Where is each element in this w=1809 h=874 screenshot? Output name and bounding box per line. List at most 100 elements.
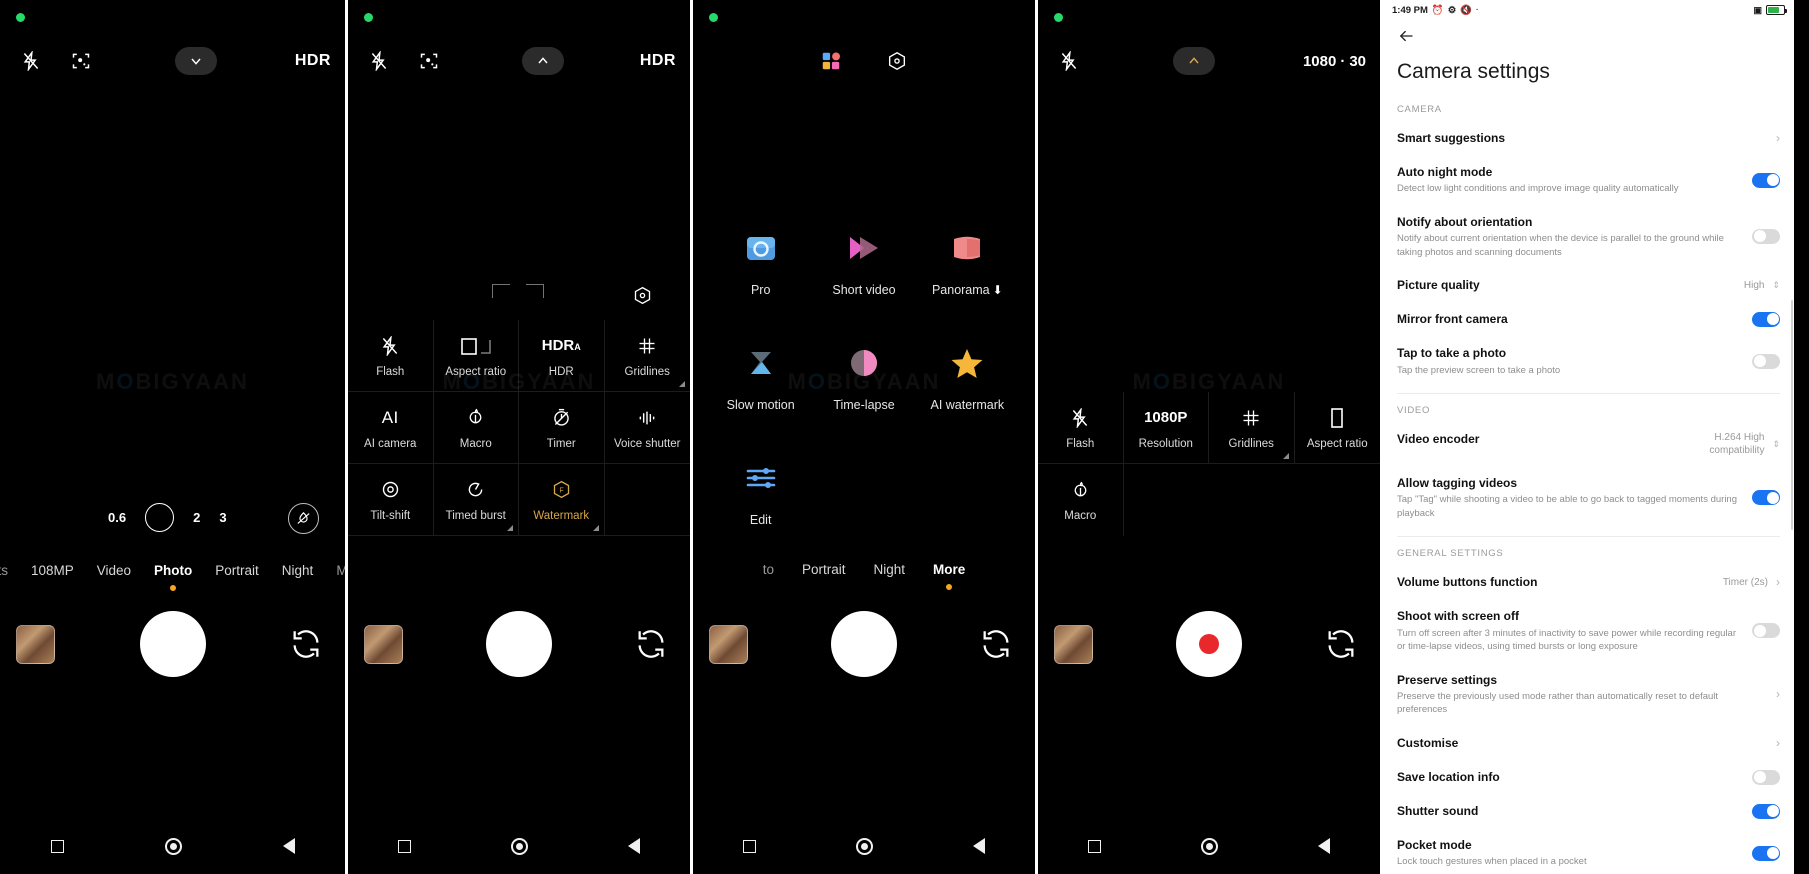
toggle-switch[interactable] xyxy=(1752,311,1780,327)
recents-icon[interactable] xyxy=(743,839,756,853)
more-mode-slow-motion[interactable]: Slow motion xyxy=(709,343,812,412)
more-mode-edit[interactable]: Edit xyxy=(709,458,812,527)
more-mode-ai-watermark[interactable]: AI watermark xyxy=(916,343,1019,412)
home-icon[interactable] xyxy=(164,837,182,855)
setting-row-video-encoder[interactable]: Video encoder H.264 High compatibility ⇕ xyxy=(1383,422,1794,466)
mode-tab-more[interactable]: M xyxy=(336,563,345,578)
toggle-switch[interactable] xyxy=(1752,803,1780,819)
ai-scene-detect-icon[interactable] xyxy=(412,44,446,78)
more-mode-time-lapse[interactable]: Time-lapse xyxy=(812,343,915,412)
back-arrow-row[interactable] xyxy=(1383,20,1794,56)
hdr-label[interactable]: HDR xyxy=(640,52,676,70)
mode-tab-photo[interactable]: Photo xyxy=(154,563,192,578)
video-settings-grid[interactable]: Flash 1080P Resolution Gridlines Aspect … xyxy=(1038,392,1380,536)
toggle-switch[interactable] xyxy=(1752,172,1780,188)
toggle-switch[interactable] xyxy=(1752,623,1780,639)
zoom-option-2[interactable]: 2 xyxy=(193,510,200,525)
recents-icon[interactable] xyxy=(1088,839,1101,853)
flash-off-icon[interactable] xyxy=(1052,44,1086,78)
mode-tab-night[interactable]: Night xyxy=(282,563,314,578)
home-icon[interactable] xyxy=(856,837,873,855)
home-icon[interactable] xyxy=(511,837,528,855)
shutter-button[interactable] xyxy=(486,611,552,677)
shutter-button[interactable] xyxy=(139,611,206,677)
setting-row-notify-orientation[interactable]: Notify about orientation Notify about cu… xyxy=(1383,205,1794,268)
setting-hdr[interactable]: HDRA HDR xyxy=(519,320,605,392)
flip-camera-icon[interactable] xyxy=(979,627,1013,661)
ai-scene-detect-icon[interactable] xyxy=(64,44,98,78)
setting-row-save-location-info[interactable]: Save location info xyxy=(1383,760,1794,794)
flip-camera-icon[interactable] xyxy=(1324,627,1358,661)
flip-camera-icon[interactable] xyxy=(289,627,323,661)
shutter-button[interactable] xyxy=(831,611,897,677)
toggle-switch[interactable] xyxy=(1752,353,1780,369)
zoom-option-3[interactable]: 3 xyxy=(219,510,226,525)
setting-flash[interactable]: Flash xyxy=(1038,392,1124,464)
back-icon[interactable] xyxy=(282,838,295,854)
setting-row-allow-tagging-videos[interactable]: Allow tagging videos Tap "Tag" while sho… xyxy=(1383,466,1794,529)
setting-timer[interactable]: Timer xyxy=(519,392,605,464)
flip-camera-icon[interactable] xyxy=(634,627,668,661)
settings-hexagon-icon[interactable] xyxy=(1371,360,1380,394)
setting-row-pocket-mode[interactable]: Pocket mode Lock touch gestures when pla… xyxy=(1383,828,1794,874)
mode-tab-0[interactable]: ts xyxy=(0,563,8,578)
toggle-switch[interactable] xyxy=(1752,769,1780,785)
setting-resolution[interactable]: 1080P Resolution xyxy=(1123,392,1209,464)
home-icon[interactable] xyxy=(1201,837,1218,855)
mode-tab-more[interactable]: More xyxy=(933,562,965,577)
setting-row-mirror-front-camera[interactable]: Mirror front camera xyxy=(1383,302,1794,336)
back-icon[interactable] xyxy=(973,838,985,854)
settings-hexagon-icon[interactable] xyxy=(625,278,659,312)
chevron-up-icon[interactable] xyxy=(521,47,564,75)
back-icon[interactable] xyxy=(1318,838,1330,854)
recents-icon[interactable] xyxy=(50,839,64,853)
chevron-up-icon[interactable] xyxy=(1173,47,1216,75)
zoom-option-0[interactable]: 0.6 xyxy=(108,510,126,525)
camera-mode-strip[interactable]: ts 108MP Video Photo Portrait Night M xyxy=(0,563,345,578)
toggle-switch[interactable] xyxy=(1752,490,1780,506)
settings-scrollbar[interactable] xyxy=(1791,300,1793,530)
setting-row-auto-night-mode[interactable]: Auto night mode Detect low light conditi… xyxy=(1383,155,1794,205)
setting-row-smart-suggestions[interactable]: Smart suggestions › xyxy=(1383,121,1794,155)
flash-off-icon[interactable] xyxy=(362,44,396,78)
toggle-switch[interactable] xyxy=(1752,228,1780,244)
setting-gridlines[interactable]: Gridlines xyxy=(604,320,690,392)
setting-flash[interactable]: Flash xyxy=(348,320,434,392)
filters-grid-icon[interactable] xyxy=(814,44,848,78)
toggle-switch[interactable] xyxy=(1752,845,1780,861)
macro-lens-icon[interactable] xyxy=(288,503,319,534)
mode-tab-0[interactable]: to xyxy=(763,562,774,577)
mode-tab-portrait[interactable]: Portrait xyxy=(802,562,846,577)
zoom-level-selector[interactable]: 0.6 1X 2 3 xyxy=(108,503,227,532)
mode-tab-video[interactable]: Video xyxy=(97,563,131,578)
mode-tab-portrait[interactable]: Portrait xyxy=(215,563,259,578)
mode-tab-108mp[interactable]: 108MP xyxy=(31,563,74,578)
setting-voice-shutter[interactable]: Voice shutter xyxy=(604,392,690,464)
setting-watermark[interactable]: F Watermark xyxy=(519,464,605,536)
setting-row-volume-buttons-function[interactable]: Volume buttons function Timer (2s) › xyxy=(1383,565,1794,599)
setting-row-shutter-sound[interactable]: Shutter sound xyxy=(1383,794,1794,828)
setting-row-shoot-with-screen-off[interactable]: Shoot with screen off Turn off screen af… xyxy=(1383,599,1794,662)
setting-tilt-shift[interactable]: Tilt-shift xyxy=(348,464,434,536)
setting-timed-burst[interactable]: Timed burst xyxy=(433,464,519,536)
chevron-down-icon[interactable] xyxy=(175,47,218,75)
last-photo-thumbnail[interactable] xyxy=(16,624,55,664)
last-photo-thumbnail[interactable] xyxy=(1054,624,1093,664)
more-mode-pro[interactable]: Pro xyxy=(709,228,812,297)
camera-mode-strip[interactable]: to Portrait Night More xyxy=(693,562,1035,577)
camera-settings-grid[interactable]: Flash Aspect ratio HDRA HDR Gridlines AI… xyxy=(348,320,690,536)
mode-tab-night[interactable]: Night xyxy=(874,562,906,577)
video-resolution-label[interactable]: 1080 · 30 xyxy=(1303,53,1366,70)
record-button[interactable] xyxy=(1176,611,1242,677)
setting-aspect-ratio[interactable]: Aspect ratio xyxy=(433,320,519,392)
setting-macro[interactable]: Macro xyxy=(1038,464,1124,536)
setting-row-preserve-settings[interactable]: Preserve settings Preserve the previousl… xyxy=(1383,663,1794,726)
zoom-option-selected[interactable]: 1X xyxy=(145,503,175,532)
settings-hexagon-icon[interactable] xyxy=(880,44,914,78)
back-arrow-icon[interactable] xyxy=(1397,27,1415,50)
setting-gridlines[interactable]: Gridlines xyxy=(1209,392,1295,464)
more-mode-panorama[interactable]: Panorama ⬇ xyxy=(916,228,1019,297)
more-mode-short-video[interactable]: Short video xyxy=(812,228,915,297)
flash-off-icon[interactable] xyxy=(14,44,48,78)
last-photo-thumbnail[interactable] xyxy=(709,624,748,664)
